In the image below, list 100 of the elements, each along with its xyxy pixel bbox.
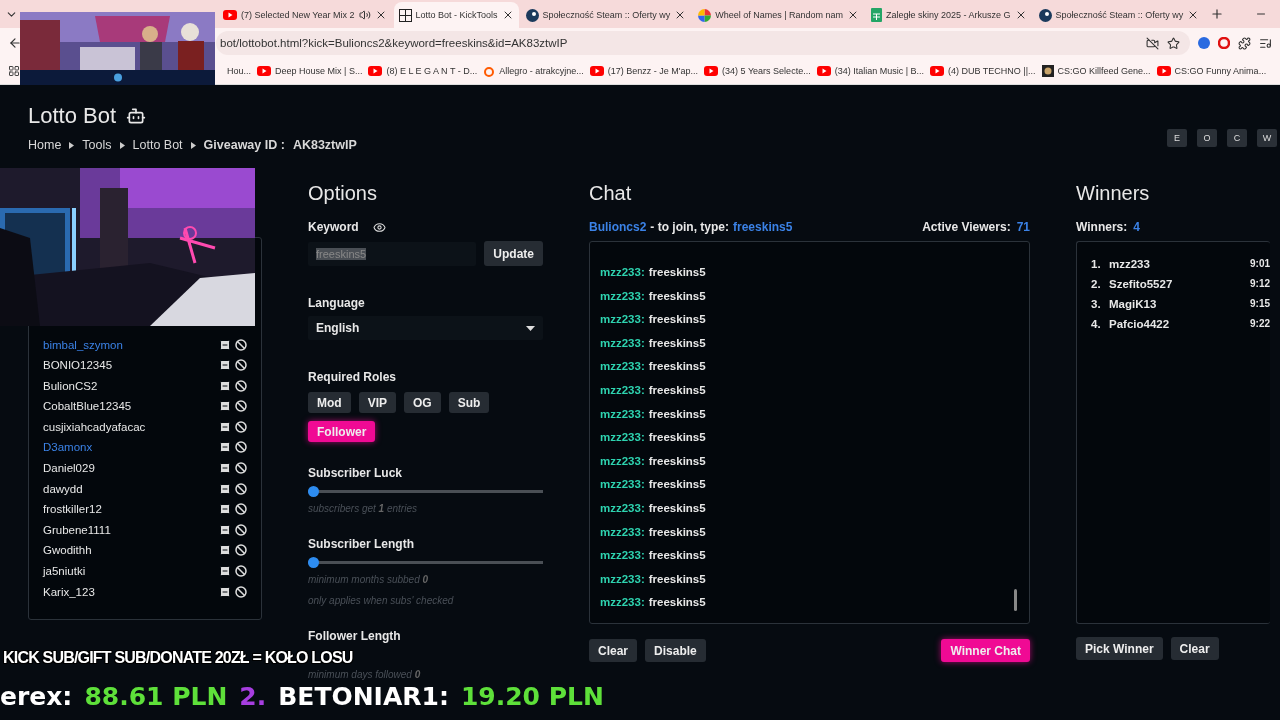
page-title: Lotto Bot: [28, 103, 117, 129]
ban-icon[interactable]: [235, 482, 247, 495]
view-button[interactable]: C: [1227, 129, 1247, 147]
chat-button[interactable]: Clear: [589, 639, 638, 662]
slider-thumb[interactable]: [308, 486, 319, 497]
role-toggle[interactable]: OG: [404, 392, 441, 413]
ban-icon[interactable]: [235, 565, 247, 578]
breadcrumb-link[interactable]: Lotto Bot: [132, 138, 183, 152]
role-toggle[interactable]: Follower: [308, 421, 376, 442]
user-name[interactable]: BONIO12345: [43, 359, 219, 372]
ban-icon[interactable]: [235, 338, 247, 351]
user-name[interactable]: cusjixiahcadyafacac: [43, 420, 219, 433]
browser-tab[interactable]: Społeczność Steam :: Oferty wy: [1033, 2, 1205, 28]
view-button[interactable]: O: [1197, 129, 1217, 147]
scrollbar[interactable]: [1014, 589, 1017, 611]
extension-icon[interactable]: [1198, 37, 1210, 49]
user-name[interactable]: Karix_123: [43, 585, 219, 598]
bookmark-item[interactable]: Allegro - atrakcyjne...: [483, 65, 584, 77]
ticker-text: erex:: [0, 685, 73, 709]
channel-name: Bulioncs2: [589, 220, 647, 234]
address-bar[interactable]: bot/lottobot.html?kick=Bulioncs2&keyword=freeskins&id=AK83ztwIP: [216, 31, 1190, 55]
remove-icon[interactable]: [219, 523, 231, 536]
media-icon[interactable]: [1259, 36, 1272, 50]
speaker-icon[interactable]: [358, 9, 371, 21]
ban-icon[interactable]: [235, 523, 247, 536]
ban-icon[interactable]: [235, 359, 247, 372]
winner-chat-button[interactable]: Winner Chat: [941, 639, 1030, 662]
browser-tab[interactable]: Lotto Bot - KickTools: [393, 2, 519, 28]
ban-icon[interactable]: [235, 379, 247, 392]
user-name[interactable]: Gwodithh: [43, 544, 219, 557]
camera-off-icon[interactable]: [1146, 36, 1159, 50]
chat-user: mzz233:: [600, 572, 645, 587]
language-select[interactable]: English: [308, 316, 543, 340]
view-button[interactable]: E: [1167, 129, 1187, 147]
apps-icon[interactable]: [8, 65, 20, 77]
remove-icon[interactable]: [219, 338, 231, 351]
winner-time: 9:15: [1250, 298, 1270, 311]
ban-icon[interactable]: [235, 503, 247, 516]
remove-icon[interactable]: [219, 544, 231, 557]
remove-icon[interactable]: [219, 565, 231, 578]
bookmark-item[interactable]: CS:GO Funny Anima...: [1156, 66, 1267, 76]
winners-button[interactable]: Pick Winner: [1076, 637, 1163, 660]
role-toggle[interactable]: Sub: [448, 392, 490, 413]
update-button[interactable]: Update: [484, 241, 543, 266]
remove-icon[interactable]: [219, 482, 231, 495]
chat-button[interactable]: Disable: [645, 639, 706, 662]
winner-rank: 2.: [1091, 278, 1102, 292]
breadcrumb-link[interactable]: Tools: [82, 138, 112, 152]
ban-icon[interactable]: [235, 420, 247, 433]
remove-icon[interactable]: [219, 585, 231, 598]
winners-button[interactable]: Clear: [1170, 637, 1219, 660]
bookmark-item[interactable]: (17) Benzz - Je M'ap...: [589, 66, 699, 76]
chat-user: mzz233:: [600, 360, 645, 375]
chat-user: mzz233:: [600, 383, 645, 398]
browser-tab[interactable]: Zaległe skiny 2025 - Arkusze G: [866, 2, 1032, 28]
bookmark-item[interactable]: (34) 5 Years Selecte...: [704, 66, 811, 76]
opera-icon[interactable]: [1218, 37, 1230, 49]
remove-icon[interactable]: [219, 420, 231, 433]
user-name[interactable]: ja5niutki: [43, 565, 219, 578]
bookmark-item[interactable]: (34) Italian Music | B...: [816, 66, 924, 76]
browser-tab[interactable]: (7) Selected New Year Mix 2: [218, 2, 392, 28]
steam-icon: [525, 8, 539, 22]
user-name[interactable]: CobaltBlue12345: [43, 400, 219, 413]
giveaway-id: AK83ztwIP: [292, 138, 357, 152]
role-toggle[interactable]: VIP: [358, 392, 396, 413]
section-title: Chat: [589, 182, 633, 206]
remove-icon[interactable]: [219, 359, 231, 372]
extensions-icon[interactable]: [1238, 36, 1251, 50]
remove-icon[interactable]: [219, 400, 231, 413]
ban-icon[interactable]: [235, 585, 247, 598]
user-name[interactable]: Grubene1111: [43, 523, 219, 536]
user-name[interactable]: bimbal_szymon: [43, 338, 219, 351]
user-name[interactable]: BulionCS2: [43, 379, 219, 392]
breadcrumb-link[interactable]: Home: [28, 138, 62, 152]
slider-thumb[interactable]: [308, 557, 319, 568]
remove-icon[interactable]: [219, 503, 231, 516]
ban-icon[interactable]: [235, 400, 247, 413]
bookmark-item[interactable]: CS:GO Killfeed Gene...: [1041, 65, 1151, 77]
browser-tab[interactable]: Społeczność Steam :: Oferty wy: [520, 2, 692, 28]
ban-icon[interactable]: [235, 441, 247, 454]
bookmark-item[interactable]: Hou...: [227, 66, 251, 76]
ban-icon[interactable]: [235, 544, 247, 557]
bookmark-star-icon[interactable]: [1167, 36, 1180, 50]
user-name[interactable]: dawydd: [43, 482, 219, 495]
bookmark-item[interactable]: (4) DUB TECHNO ||...: [930, 66, 1036, 76]
ban-icon[interactable]: [235, 462, 247, 475]
role-toggle[interactable]: Mod: [308, 392, 351, 413]
eye-icon[interactable]: [372, 220, 386, 234]
user-name[interactable]: D3amonx: [43, 441, 219, 454]
bookmark-item[interactable]: (8) E L E G A N T - D...: [368, 66, 478, 76]
bookmark-item[interactable]: Deep House Mix | S...: [257, 66, 363, 76]
chat-message: freeskins5: [648, 525, 706, 540]
user-name[interactable]: Daniel029: [43, 462, 219, 475]
user-name[interactable]: frostkiller12: [43, 503, 219, 516]
remove-icon[interactable]: [219, 379, 231, 392]
browser-tab[interactable]: Wheel of Names | Random nam: [693, 2, 865, 28]
remove-icon[interactable]: [219, 441, 231, 454]
remove-icon[interactable]: [219, 462, 231, 475]
view-button[interactable]: W: [1257, 129, 1277, 147]
back-icon[interactable]: [8, 36, 22, 50]
